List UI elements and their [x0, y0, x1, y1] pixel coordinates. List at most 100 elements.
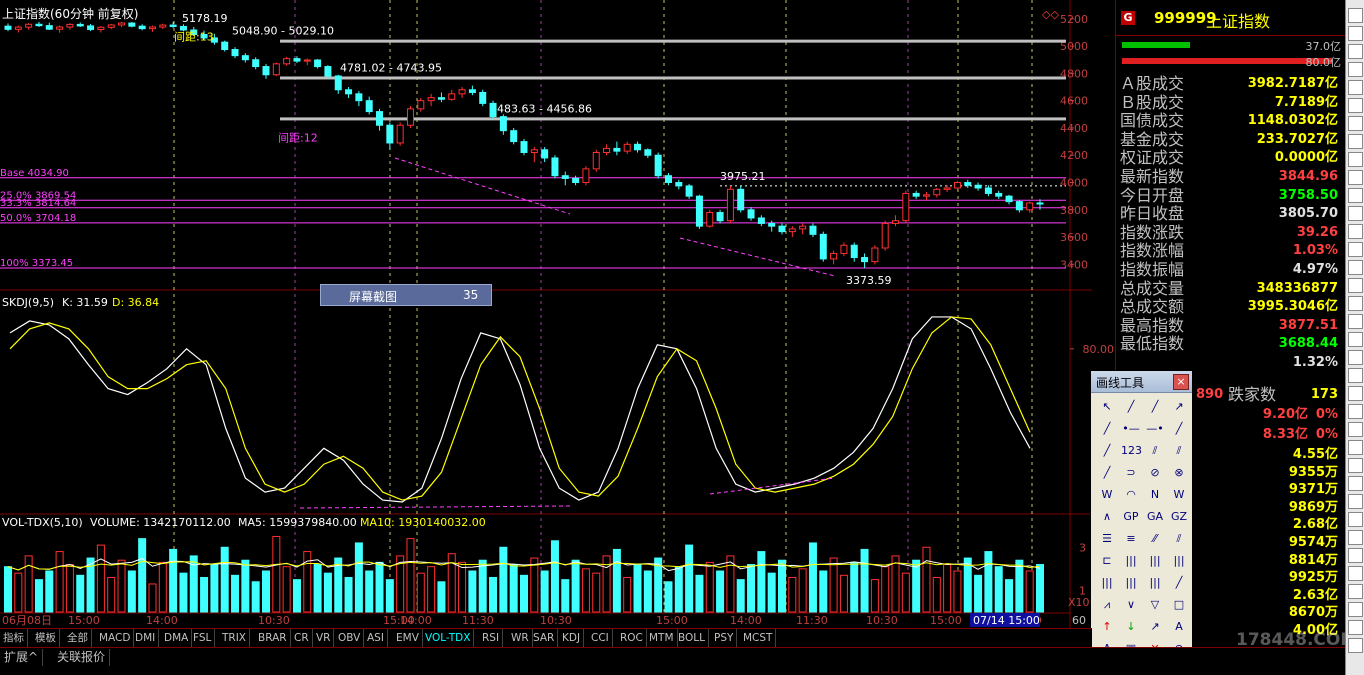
toolbar-icon[interactable]: [1348, 332, 1363, 347]
toolbar-icon[interactable]: [1348, 260, 1363, 275]
toolbar-icon[interactable]: [1348, 242, 1363, 257]
draw-tool-button[interactable]: —•: [1145, 419, 1165, 439]
toolbar-icon[interactable]: [1348, 296, 1363, 311]
toolbar-icon[interactable]: [1348, 638, 1363, 653]
indicator-tab[interactable]: TRIX: [219, 629, 250, 647]
status-item[interactable]: 关联报价: [53, 649, 111, 666]
draw-tool-button[interactable]: ⊏: [1097, 551, 1117, 571]
draw-tool-button[interactable]: |||: [1121, 573, 1141, 593]
draw-tool-button[interactable]: ⊗: [1169, 463, 1189, 483]
indicator-tab[interactable]: BOLL: [675, 629, 709, 647]
draw-tool-button[interactable]: ∨: [1121, 595, 1141, 615]
toolbar-icon[interactable]: [1348, 278, 1363, 293]
toolbar-icon[interactable]: [1348, 386, 1363, 401]
toolbar-icon[interactable]: [1348, 422, 1363, 437]
toolbar-icon[interactable]: [1348, 152, 1363, 167]
toolbar-icon[interactable]: [1348, 188, 1363, 203]
indicator-tab[interactable]: WR: [508, 629, 533, 647]
indicator-tab[interactable]: BRAR: [255, 629, 291, 647]
draw-tool-button[interactable]: GA: [1145, 507, 1165, 527]
drawing-tools-window[interactable]: 画线工具 × ↖ ╱ ╱ ↗ ╱ •— —• ╱ ╱ 123 ⫽ ⫽ ╱ ⊃ ⊘ ⊗ W ◠ N W ∧ GP GA GZ ☰ ≡…: [1090, 370, 1193, 675]
toolbar-icon[interactable]: [1348, 530, 1363, 545]
indicator-tab[interactable]: DMI: [132, 629, 160, 647]
indicator-tab[interactable]: CR: [291, 629, 313, 647]
indicator-tab[interactable]: SAR: [530, 629, 559, 647]
draw-tool-button[interactable]: W: [1097, 485, 1117, 505]
draw-tool-button[interactable]: ╱: [1097, 419, 1117, 439]
toolbar-icon[interactable]: [1348, 98, 1363, 113]
draw-tool-button[interactable]: |||: [1121, 551, 1141, 571]
toolbar-icon[interactable]: [1348, 494, 1363, 509]
toolbar-icon[interactable]: [1348, 44, 1363, 59]
draw-tool-button[interactable]: ╱: [1097, 463, 1117, 483]
indicator-tab[interactable]: 模板: [32, 629, 60, 647]
indicator-tab[interactable]: PSY: [711, 629, 738, 647]
toolbar-icon[interactable]: [1348, 350, 1363, 365]
toolbar-icon[interactable]: [1348, 566, 1363, 581]
draw-tool-button[interactable]: □: [1169, 595, 1189, 615]
toolbar-icon[interactable]: [1348, 440, 1363, 455]
indicator-tab[interactable]: DMA: [161, 629, 193, 647]
toolbar-icon[interactable]: [1348, 170, 1363, 185]
toolbar-icon[interactable]: [1348, 602, 1363, 617]
toolbar-icon[interactable]: [1348, 458, 1363, 473]
indicator-tab[interactable]: CCI: [588, 629, 613, 647]
draw-tool-button[interactable]: GP: [1121, 507, 1141, 527]
draw-tool-button[interactable]: A: [1169, 617, 1189, 637]
indicator-tab[interactable]: 全部: [64, 629, 92, 647]
toolbar-icon[interactable]: [1348, 548, 1363, 563]
draw-tool-button[interactable]: ⫽: [1169, 529, 1189, 549]
indicator-tab[interactable]: VOL-TDX: [422, 629, 475, 647]
indicator-tab[interactable]: MTM: [646, 629, 678, 647]
draw-tool-button[interactable]: ╱: [1097, 441, 1117, 461]
indicator-tab[interactable]: FSL: [190, 629, 216, 647]
draw-tool-button[interactable]: |||: [1097, 573, 1117, 593]
screenshot-popup[interactable]: 屏幕截图 35: [320, 284, 492, 306]
draw-tool-button[interactable]: ⊃: [1121, 463, 1141, 483]
draw-tool-button[interactable]: GZ: [1169, 507, 1189, 527]
draw-tool-button[interactable]: N: [1145, 485, 1165, 505]
draw-tool-button[interactable]: ╱: [1145, 397, 1165, 417]
toolbar-icon[interactable]: [1348, 620, 1363, 635]
indicator-tab[interactable]: MACD: [96, 629, 135, 647]
toolbar-icon[interactable]: [1348, 404, 1363, 419]
toolbar-icon[interactable]: [1348, 62, 1363, 77]
draw-tool-button[interactable]: •—: [1121, 419, 1141, 439]
status-item[interactable]: 扩展^: [0, 649, 44, 666]
indicator-tab[interactable]: EMV: [393, 629, 423, 647]
indicator-tab[interactable]: KDJ: [559, 629, 585, 647]
draw-tool-button[interactable]: ╱: [1169, 419, 1189, 439]
toolbar-icon[interactable]: [1348, 314, 1363, 329]
draw-tool-button[interactable]: ∧: [1097, 507, 1117, 527]
toolbar-icon[interactable]: [1348, 476, 1363, 491]
toolbar-icon[interactable]: [1348, 206, 1363, 221]
draw-tool-button[interactable]: ◠: [1121, 485, 1141, 505]
draw-tool-button[interactable]: ☰: [1097, 529, 1117, 549]
draw-tool-button[interactable]: ⩘: [1097, 595, 1117, 615]
indicator-tab[interactable]: RSI: [479, 629, 504, 647]
close-icon[interactable]: ×: [1173, 374, 1189, 390]
indicator-tab[interactable]: OBV: [335, 629, 365, 647]
indicator-tab[interactable]: 指标: [0, 629, 28, 647]
toolbar-icon[interactable]: [1348, 134, 1363, 149]
toolbar-icon[interactable]: [1348, 116, 1363, 131]
draw-tool-button[interactable]: 123: [1121, 441, 1142, 461]
draw-tool-button[interactable]: ↓: [1121, 617, 1141, 637]
toolbar-icon[interactable]: [1348, 368, 1363, 383]
draw-tool-button[interactable]: ⫽: [1169, 441, 1189, 461]
draw-tool-button[interactable]: ╱: [1121, 397, 1141, 417]
draw-tool-button[interactable]: ↗: [1169, 397, 1189, 417]
indicator-tab[interactable]: VR: [313, 629, 335, 647]
draw-tool-button[interactable]: |||: [1169, 551, 1189, 571]
toolbar-icon[interactable]: [1348, 224, 1363, 239]
indicator-tab[interactable]: MCST: [740, 629, 777, 647]
toolbar-icon[interactable]: [1348, 8, 1363, 23]
draw-tool-button[interactable]: ≡: [1121, 529, 1141, 549]
draw-tool-button[interactable]: ╱: [1169, 573, 1189, 593]
draw-tool-button[interactable]: ⊘: [1145, 463, 1165, 483]
toolbar-icon[interactable]: [1348, 584, 1363, 599]
draw-tool-button[interactable]: ↖: [1097, 397, 1117, 417]
draw-tool-button[interactable]: W: [1169, 485, 1189, 505]
indicator-tab[interactable]: ROC: [617, 629, 647, 647]
draw-tool-button[interactable]: ▽: [1145, 595, 1165, 615]
